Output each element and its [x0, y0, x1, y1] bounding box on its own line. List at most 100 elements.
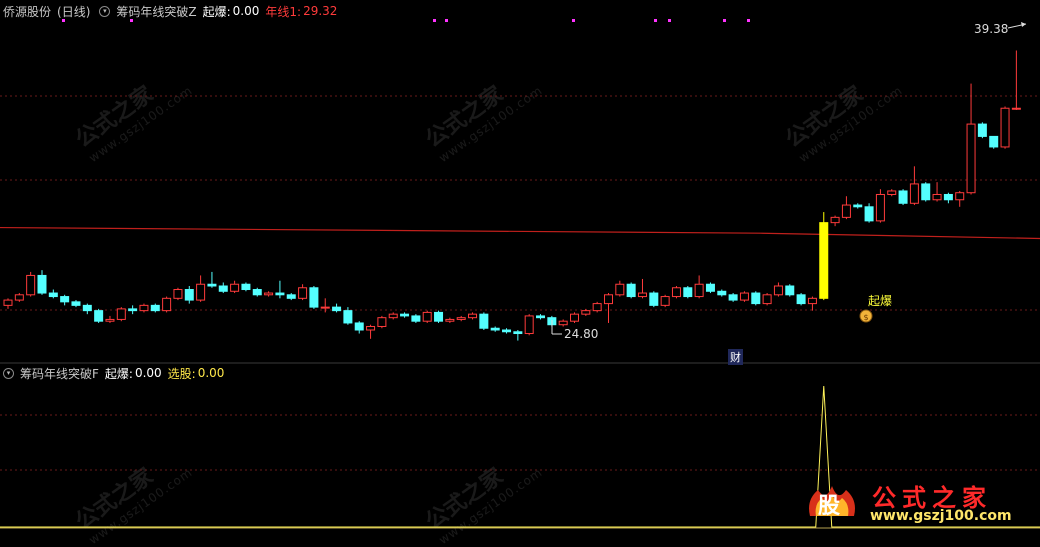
candle-body [37, 274, 47, 294]
candle-body [173, 289, 183, 299]
signal-dot [572, 19, 575, 22]
xuangu-value: 0.00 [197, 366, 225, 380]
candle-body [422, 311, 432, 322]
candle-body [105, 318, 115, 322]
candle-body [400, 313, 410, 317]
candle-body [48, 292, 58, 298]
indicator-name[interactable]: 筹码年线突破Z [116, 3, 196, 20]
candle-body [286, 294, 296, 299]
candle-body [694, 283, 704, 298]
signal-dot [747, 19, 750, 22]
signal-dot [723, 19, 726, 22]
candle-body [332, 306, 342, 312]
signal-dot [668, 19, 671, 22]
indicator-toggle-icon[interactable]: ▾ [3, 367, 14, 379]
candle-body [660, 296, 670, 306]
signal-dot [654, 19, 657, 22]
candle-body [898, 190, 908, 204]
money-bag-icon: $ [859, 309, 873, 323]
bottom-panel-header: ▾ 筹码年线突破F 起爆: 0.00 选股: 0.00 [0, 365, 224, 381]
logo-url: www.gszj100.com [870, 508, 1012, 524]
candle-body [264, 292, 274, 296]
period-label: (日线) [57, 4, 91, 19]
candle-body [309, 287, 319, 308]
cai-marker[interactable]: 财 [728, 349, 743, 365]
candle-body [989, 135, 999, 148]
nianxian-label: 年线1: [265, 4, 302, 19]
candle-body [977, 123, 987, 137]
candle-body [298, 287, 308, 299]
candle-body [479, 313, 489, 329]
candle-body [320, 306, 330, 309]
indicator-toggle-icon[interactable]: ▾ [99, 5, 111, 17]
candle-body [626, 283, 636, 298]
nianxian-value: 29.32 [303, 4, 338, 18]
candle-body [456, 317, 466, 320]
candle-body [60, 296, 70, 303]
candle-body [683, 287, 693, 298]
qibao-value: 0.00 [232, 4, 260, 18]
candle-body [603, 294, 613, 305]
candle-body [558, 320, 568, 326]
candle-body [671, 287, 681, 298]
candle-body [739, 292, 749, 301]
candle-body [1000, 107, 1010, 148]
signal-dot [433, 19, 436, 22]
candle-body [513, 331, 523, 335]
candle-body [728, 294, 738, 301]
low-price-label: 24.80 [564, 327, 599, 341]
candle-body [241, 283, 251, 291]
candle-body [3, 299, 13, 306]
candle-body [785, 285, 795, 296]
qibao-marker: 起爆 [868, 294, 893, 308]
candle-body [14, 294, 24, 301]
candle-body [875, 193, 885, 222]
candle-body [502, 329, 512, 333]
candle-body [139, 304, 149, 312]
candle-body [581, 310, 591, 315]
qibao-value: 0.00 [134, 366, 162, 380]
candle-body [366, 325, 376, 331]
candle-body [252, 289, 262, 296]
candle-body [275, 292, 285, 296]
candle-body [343, 310, 353, 324]
candle-body [150, 304, 160, 312]
svg-text:$: $ [863, 313, 868, 322]
candle-body [411, 315, 421, 322]
candle-body [388, 313, 398, 319]
candle-body [932, 193, 942, 201]
candle-body [921, 183, 931, 201]
candle-body [943, 193, 953, 201]
candle-body [717, 290, 727, 296]
candle-body [377, 317, 387, 327]
candle-body [762, 294, 772, 305]
top-panel-header: 侨源股份 (日线) ▾ 筹码年线突破Z 起爆: 0.00 年线1: 29.32 [0, 3, 337, 19]
qibao-label: 起爆: [202, 4, 231, 19]
candle-body [434, 311, 444, 322]
candle-body [864, 206, 874, 222]
candle-body [354, 322, 364, 331]
candlestick-chart[interactable]: $ [0, 0, 1040, 532]
site-logo: 股 公式之家 www.gszj100.com [800, 476, 1040, 532]
stock-name[interactable]: 侨源股份 [3, 3, 51, 20]
candle-body [841, 204, 851, 218]
qibao-label: 起爆: [104, 366, 133, 381]
candle-body [909, 183, 919, 204]
candle-body [536, 315, 546, 319]
candle-body [207, 283, 217, 287]
candle-body [887, 190, 897, 195]
high-annotation [1007, 22, 1027, 29]
candle-body [94, 310, 104, 322]
candle-body [570, 313, 579, 322]
candle-body [196, 283, 206, 301]
candle-body [445, 318, 455, 322]
candle-body [218, 285, 228, 292]
grid [0, 95, 1040, 471]
candle-body [615, 283, 625, 296]
candle-body [116, 308, 126, 320]
candle-body [524, 315, 534, 335]
candle-body [773, 285, 783, 296]
candle-body [162, 297, 172, 312]
indicator-name[interactable]: 筹码年线突破F [20, 365, 99, 382]
candle-body [1011, 107, 1021, 110]
